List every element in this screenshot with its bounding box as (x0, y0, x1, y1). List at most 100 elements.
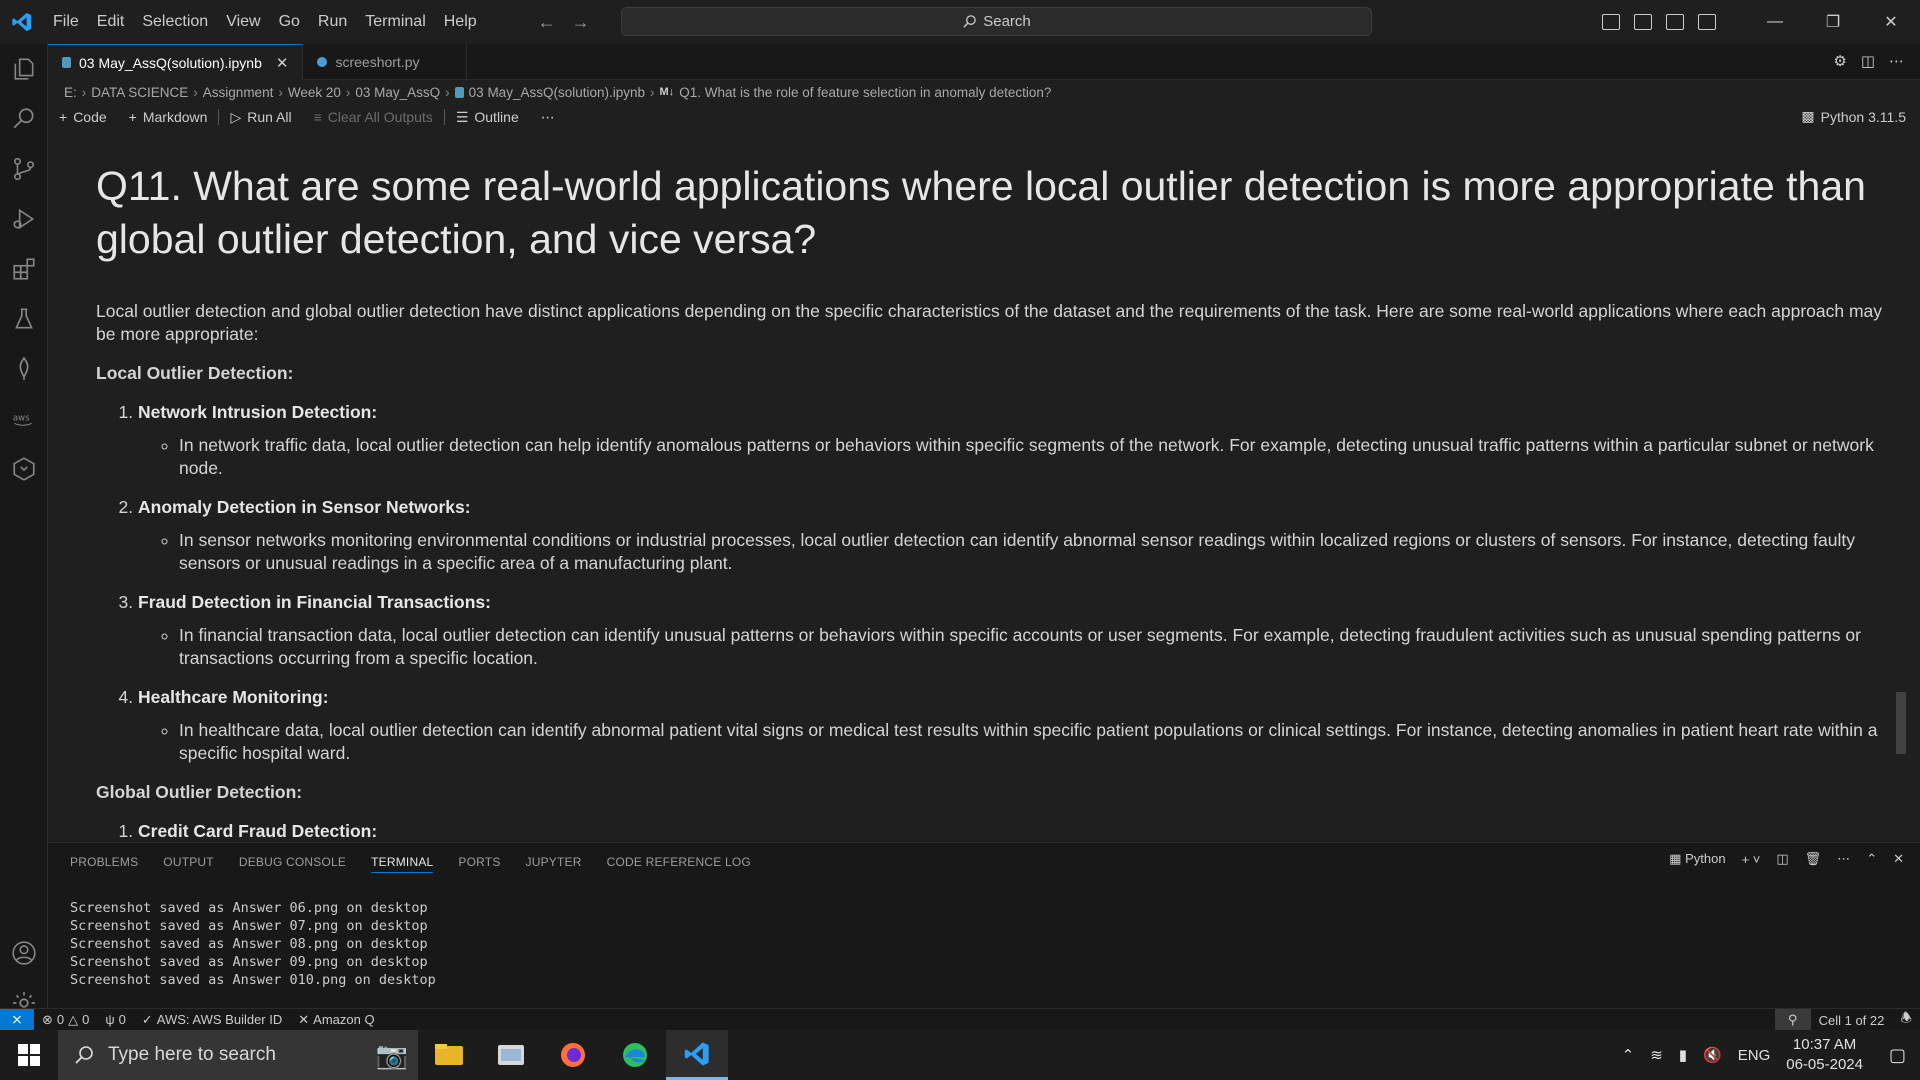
menu-selection[interactable]: Selection (133, 7, 217, 37)
windows-start-icon[interactable] (0, 1030, 58, 1080)
split-terminal-icon[interactable]: ◫ (1776, 851, 1788, 867)
vscode-taskbar-icon[interactable] (666, 1030, 728, 1080)
notifications-icon[interactable]: ▢ (1889, 1045, 1906, 1066)
menu-edit[interactable]: Edit (88, 7, 134, 37)
search-sidebar-icon[interactable] (0, 94, 48, 144)
settings-gear-icon[interactable]: ⚙ (1833, 52, 1846, 70)
accounts-icon[interactable] (0, 928, 48, 978)
editor-actions: ⚙ ◫ ⋯ (1833, 52, 1904, 70)
taskbar-search[interactable]: Type here to search 📷 (58, 1030, 418, 1080)
menu-help[interactable]: Help (435, 7, 486, 37)
amazonq-status[interactable]: ✕ Amazon Q (290, 1012, 382, 1028)
breadcrumb-item[interactable]: Q1. What is the role of feature selectio… (679, 85, 1051, 100)
warning-icon: △ (68, 1011, 79, 1027)
kernel-picker[interactable]: ▩ Python 3.11.5 (1801, 108, 1906, 125)
aws-status[interactable]: ✓ AWS: AWS Builder ID (134, 1012, 290, 1028)
remote-hexagon-icon[interactable] (0, 444, 48, 494)
chevron-up-icon[interactable]: ⌃ (1622, 1046, 1635, 1064)
more-toolbar-icon[interactable]: ⋯ (530, 109, 566, 126)
window-app-icon[interactable] (480, 1030, 542, 1080)
volume-muted-icon[interactable]: 🔇 (1703, 1046, 1722, 1064)
explorer-icon[interactable] (0, 44, 48, 94)
notebook-file-icon (62, 57, 71, 68)
aws-icon[interactable]: aws (0, 394, 48, 444)
menu-go[interactable]: Go (270, 7, 309, 37)
x-icon: ✕ (298, 1011, 310, 1027)
forward-arrow-icon[interactable]: → (572, 12, 590, 33)
breadcrumb-item[interactable]: DATA SCIENCE (91, 85, 188, 100)
tab-output[interactable]: OUTPUT (163, 855, 214, 873)
breadcrumb-item[interactable]: Week 20 (288, 85, 341, 100)
back-arrow-icon[interactable]: ← (538, 12, 556, 33)
file-explorer-icon[interactable] (418, 1030, 480, 1080)
language-indicator[interactable]: ENG (1738, 1047, 1771, 1064)
wifi-icon[interactable]: ≋ (1650, 1046, 1663, 1064)
source-control-icon[interactable] (0, 144, 48, 194)
new-terminal-plus-icon[interactable]: + ˅ (1742, 852, 1761, 867)
outline-button[interactable]: ☰ Outline (445, 109, 530, 126)
restore-button[interactable]: ❐ (1804, 0, 1862, 44)
tab-code-reference-log[interactable]: CODE REFERENCE LOG (607, 855, 751, 873)
zoom-icon[interactable]: ⚲ (1774, 1009, 1811, 1031)
maximize-panel-icon[interactable]: ⌃ (1866, 851, 1877, 867)
tab-debug-console[interactable]: DEBUG CONSOLE (239, 855, 346, 873)
tab-problems[interactable]: PROBLEMS (70, 855, 138, 873)
clock[interactable]: 10:37 AM 06-05-2024 (1786, 1035, 1863, 1075)
menu-run[interactable]: Run (309, 7, 356, 37)
tab-screeshort-py[interactable]: screeshort.py (303, 44, 467, 80)
breadcrumb-item[interactable]: 03 May_AssQ (355, 85, 440, 100)
testing-icon[interactable] (0, 294, 48, 344)
error-icon: ⊗ (42, 1011, 53, 1027)
split-editor-icon[interactable]: ◫ (1861, 52, 1875, 70)
add-markdown-cell-button[interactable]: + Markdown (118, 109, 219, 125)
more-actions-icon[interactable]: ⋯ (1889, 52, 1904, 70)
tab-ports[interactable]: PORTS (458, 855, 500, 873)
close-panel-icon[interactable]: ✕ (1893, 851, 1904, 867)
menu-file[interactable]: File (44, 7, 88, 37)
close-window-button[interactable]: ✕ (1862, 0, 1920, 44)
run-all-button[interactable]: ▷ Run All (219, 109, 302, 126)
run-debug-icon[interactable] (0, 194, 48, 244)
terminal-output[interactable]: Screenshot saved as Answer 06.png on des… (70, 899, 436, 989)
breadcrumb-item[interactable]: 03 May_AssQ(solution).ipynb (469, 85, 645, 100)
more-actions-icon[interactable]: ⋯ (1837, 851, 1850, 867)
firefox-icon[interactable] (542, 1030, 604, 1080)
ports-status[interactable]: ψ0 (97, 1012, 134, 1027)
edge-icon[interactable] (604, 1030, 666, 1080)
customize-layout-icon[interactable] (1698, 14, 1716, 30)
menu-view[interactable]: View (217, 7, 269, 37)
battery-icon[interactable]: ▮ (1679, 1046, 1687, 1064)
breadcrumb-item[interactable]: E: (64, 85, 77, 100)
close-icon[interactable]: ✕ (276, 54, 289, 72)
terminal-shell-selector[interactable]: ▦ Python (1669, 851, 1725, 867)
breadcrumb-item[interactable]: Assignment (203, 85, 274, 100)
clear-all-outputs-button[interactable]: ≡ Clear All Outputs (303, 109, 444, 125)
tab-jupyter[interactable]: JUPYTER (526, 855, 582, 873)
notebook-editor[interactable]: Q11. What are some real-world applicatio… (48, 132, 1906, 842)
extensions-icon[interactable] (0, 244, 48, 294)
toggle-secondary-sidebar-icon[interactable] (1666, 14, 1684, 30)
menu-terminal[interactable]: Terminal (356, 7, 434, 37)
local-section-title: Local Outlier Detection: (96, 363, 294, 383)
problems-status[interactable]: ⊗ 0 △ 0 (34, 1012, 97, 1028)
mongodb-leaf-icon[interactable] (0, 344, 48, 394)
command-center-search[interactable]: Search (621, 7, 1372, 36)
editor-scrollbar[interactable] (1896, 692, 1906, 754)
outline-label: Outline (474, 109, 519, 125)
vscode-logo-icon[interactable] (0, 0, 44, 44)
tab-notebook[interactable]: 03 May_AssQ(solution).ipynb ✕ (48, 44, 304, 80)
toggle-panel-icon[interactable] (1634, 14, 1652, 30)
run-all-label: Run All (247, 109, 292, 125)
minimize-button[interactable]: — (1746, 0, 1804, 44)
trash-icon[interactable]: 🗑 (1805, 851, 1822, 867)
add-code-cell-button[interactable]: + Code (48, 109, 118, 125)
terminal-line: Screenshot saved as Answer 09.png on des… (70, 954, 428, 970)
tab-terminal[interactable]: TERMINAL (371, 855, 434, 873)
bell-icon[interactable]: 🕭 (1892, 1009, 1920, 1031)
toggle-primary-sidebar-icon[interactable] (1602, 14, 1620, 30)
intro-paragraph: Local outlier detection and global outli… (96, 301, 1883, 344)
markdown-cell[interactable]: Q11. What are some real-world applicatio… (96, 160, 1906, 842)
remote-indicator-icon[interactable]: ⨯ (0, 1008, 34, 1031)
item-detail: In healthcare data, local outlier detect… (179, 719, 1906, 765)
cell-indicator[interactable]: Cell 1 of 22 (1811, 1013, 1893, 1028)
